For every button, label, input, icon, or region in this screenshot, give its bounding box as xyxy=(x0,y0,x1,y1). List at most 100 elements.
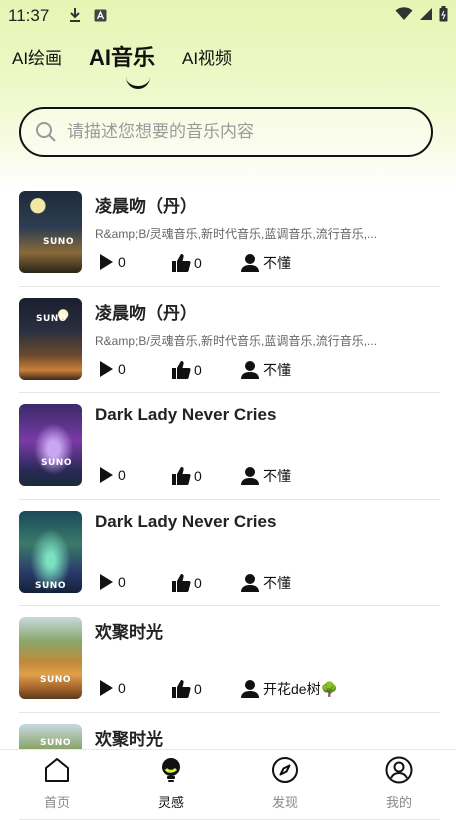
song-cover[interactable]: SUNO xyxy=(19,191,82,273)
user-icon xyxy=(241,254,259,272)
play-count-value: 0 xyxy=(118,467,126,484)
play-count-value: 0 xyxy=(118,254,126,270)
play-icon xyxy=(100,680,113,697)
suno-badge: SUNO xyxy=(36,313,67,324)
suno-badge: SUNO xyxy=(40,737,71,748)
search-bar[interactable] xyxy=(19,107,433,157)
play-count[interactable]: 0 xyxy=(97,679,126,697)
play-count[interactable]: 0 xyxy=(97,573,126,591)
song-stats: 0 0 不懂 xyxy=(95,573,435,595)
like-count[interactable]: 0 xyxy=(171,466,202,486)
thumbs-up-icon xyxy=(172,467,191,486)
status-time: 11:37 xyxy=(8,6,50,25)
song-stats: 0 0 不懂 xyxy=(95,253,435,275)
nav-inspiration[interactable]: 灵感 xyxy=(131,756,211,811)
song-title: 欢聚时光 xyxy=(95,623,163,643)
song-item[interactable]: SUNO 凌晨吻（丹） R&amp;B/灵魂音乐,新时代音乐,蓝调音乐,流行音乐… xyxy=(19,287,440,394)
author-name: 开花de树🌳 xyxy=(263,681,339,698)
song-stats: 0 0 不懂 xyxy=(95,360,435,382)
thumbs-up-icon xyxy=(172,254,191,272)
compass-icon xyxy=(272,757,298,783)
tab-ai-painting[interactable]: AI绘画 xyxy=(12,44,62,69)
play-count-value: 0 xyxy=(118,573,126,590)
battery-icon xyxy=(439,6,448,22)
song-title: 凌晨吻（丹） xyxy=(95,197,197,216)
author-name: 不懂 xyxy=(263,255,291,271)
nav-inspiration-label: 灵感 xyxy=(157,795,184,810)
play-count[interactable]: 0 xyxy=(97,253,126,271)
play-count-value: 0 xyxy=(118,360,126,377)
song-item[interactable]: SUNO Dark Lady Never Cries 0 0 不懂 xyxy=(19,393,440,500)
lightbulb-icon xyxy=(162,758,180,782)
song-cover[interactable]: SUNO xyxy=(19,404,82,487)
app-notification-icon xyxy=(94,9,107,21)
user-icon xyxy=(241,573,259,592)
song-stats: 0 0 开花de树🌳 xyxy=(95,679,435,701)
download-icon xyxy=(70,8,80,22)
song-cover[interactable]: SUNO xyxy=(19,510,82,593)
nav-profile[interactable]: 我的 xyxy=(359,756,439,811)
tab-ai-music[interactable]: AI音乐 xyxy=(89,40,155,72)
song-tags: R&amp;B/灵魂音乐,新时代音乐,蓝调音乐,流行音乐,... xyxy=(95,333,378,348)
play-count-value: 0 xyxy=(118,680,126,697)
song-item[interactable]: SUNO 欢聚时光 0 0 开花de树🌳 xyxy=(19,606,440,713)
play-icon xyxy=(100,254,113,270)
song-title: 欢聚时光 xyxy=(95,729,163,749)
nav-discover-label: 发现 xyxy=(271,795,298,810)
author-name: 不懂 xyxy=(263,361,291,378)
like-count-value: 0 xyxy=(194,681,202,698)
song-item[interactable]: SUNO Dark Lady Never Cries 0 0 不懂 xyxy=(19,500,440,607)
tab-ai-video[interactable]: AI视频 xyxy=(182,44,232,69)
suno-badge: SUNO xyxy=(40,675,71,686)
play-icon xyxy=(100,360,113,377)
search-icon xyxy=(35,121,57,143)
like-count[interactable]: 0 xyxy=(171,360,202,380)
song-cover[interactable]: SUNO xyxy=(19,297,82,380)
user-icon xyxy=(241,360,259,379)
user-icon xyxy=(241,467,259,486)
like-count-value: 0 xyxy=(194,255,202,271)
thumbs-up-icon xyxy=(172,573,191,592)
play-icon xyxy=(100,467,113,484)
cellular-signal-icon xyxy=(420,8,432,20)
play-count[interactable]: 0 xyxy=(97,360,126,378)
song-author[interactable]: 不懂 xyxy=(240,573,291,593)
like-count-value: 0 xyxy=(194,468,202,485)
nav-home-label: 首页 xyxy=(43,795,70,810)
user-circle-icon xyxy=(385,756,413,784)
like-count-value: 0 xyxy=(194,574,202,591)
like-count-value: 0 xyxy=(194,361,202,378)
nav-profile-label: 我的 xyxy=(385,795,412,810)
like-count[interactable]: 0 xyxy=(171,253,202,273)
song-title: 凌晨吻（丹） xyxy=(95,303,197,323)
play-count[interactable]: 0 xyxy=(97,466,126,484)
song-author[interactable]: 不懂 xyxy=(240,466,291,486)
song-stats: 0 0 不懂 xyxy=(95,466,435,488)
wifi-icon xyxy=(395,7,413,20)
song-title: Dark Lady Never Cries xyxy=(95,511,277,531)
nav-discover[interactable]: 发现 xyxy=(245,756,325,811)
thumbs-up-icon xyxy=(172,680,191,699)
home-icon xyxy=(45,758,69,782)
song-tags: R&amp;B/灵魂音乐,新时代音乐,蓝调音乐,流行音乐,... xyxy=(95,227,378,241)
song-item[interactable]: SUNO 凌晨吻（丹） R&amp;B/灵魂音乐,新时代音乐,蓝调音乐,流行音乐… xyxy=(19,180,440,287)
song-title: Dark Lady Never Cries xyxy=(95,405,277,425)
song-author[interactable]: 不懂 xyxy=(240,360,291,380)
suno-badge: SUNO xyxy=(41,458,72,469)
suno-badge: SUNO xyxy=(35,580,66,591)
bottom-navigation: 首页 灵感 发现 我的 xyxy=(0,749,456,813)
user-icon xyxy=(241,680,259,699)
like-count[interactable]: 0 xyxy=(171,573,202,593)
song-list: SUNO 凌晨吻（丹） R&amp;B/灵魂音乐,新时代音乐,蓝调音乐,流行音乐… xyxy=(0,180,456,820)
thumbs-up-icon xyxy=(172,360,191,379)
status-bar: 11:37 xyxy=(0,0,456,32)
song-author[interactable]: 开花de树🌳 xyxy=(240,679,338,699)
suno-badge: SUNO xyxy=(43,237,74,247)
nav-home[interactable]: 首页 xyxy=(17,756,97,811)
song-cover[interactable]: SUNO xyxy=(19,617,82,700)
play-icon xyxy=(100,573,113,590)
author-name: 不懂 xyxy=(263,574,291,591)
song-author[interactable]: 不懂 xyxy=(240,253,291,273)
search-input[interactable] xyxy=(65,121,409,143)
like-count[interactable]: 0 xyxy=(171,679,202,699)
